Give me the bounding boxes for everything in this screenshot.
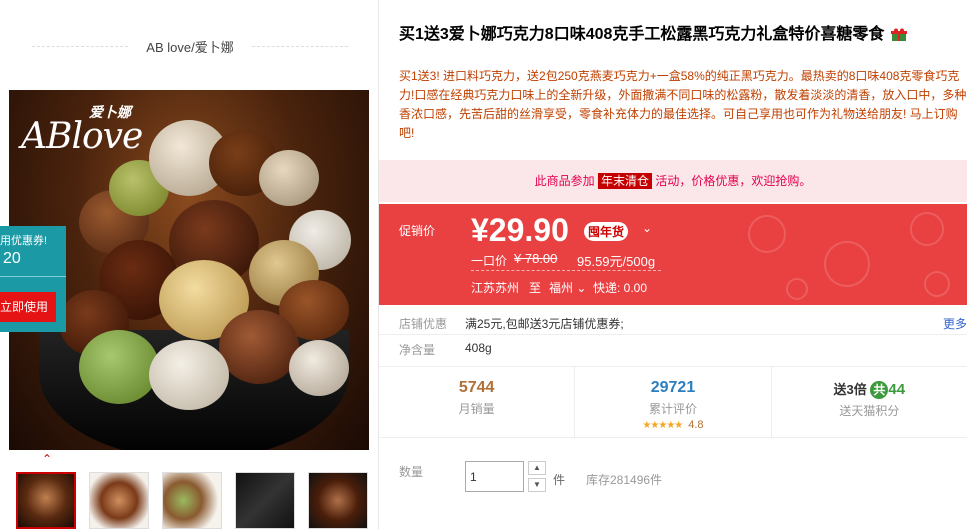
truffle: [149, 340, 229, 410]
unit-price: 95.59元/500g: [577, 254, 656, 269]
divider-line: [251, 45, 349, 47]
points-bonus: 送3倍 共 44: [772, 379, 967, 399]
thumbnail[interactable]: [16, 472, 76, 529]
promo-price-label: 促销价: [399, 224, 436, 238]
price-panel: 促销价 ¥29.90 囤年货 ⌄ 一口价 ¥ 78.00 95.59元/500g…: [379, 204, 967, 305]
quantity-increase-button[interactable]: ▲: [528, 461, 546, 475]
product-subtitle: 买1送3! 进口料巧克力，送2包250克燕麦巧克力+一盒58%的纯正黑巧克力。最…: [399, 69, 967, 140]
rating: ★★★★★ 4.8: [575, 417, 770, 431]
coupon-widget: 用优惠券! 20 立即使用: [0, 226, 66, 332]
shop-title-row: AB love/爱卜娜: [32, 36, 349, 56]
ship-from: 江苏苏州: [471, 281, 520, 295]
review-label: 累计评价: [648, 402, 697, 416]
brand-logo: 爱卜娜 ABlove: [19, 100, 143, 160]
review-count[interactable]: 29721: [575, 379, 770, 397]
ship-to-label: 至: [529, 281, 542, 295]
quantity-label: 数量: [399, 465, 424, 479]
ship-city-value: 福州: [549, 281, 574, 295]
thumbnail[interactable]: [308, 472, 368, 529]
points-label: 送天猫积分: [839, 404, 900, 418]
price-badge: 囤年货: [584, 222, 629, 241]
product-title-text: 买1送3爱卜娜巧克力8口味408克手工松露黑巧克力礼盒特价喜糖零食: [399, 26, 885, 43]
truffle: [289, 340, 349, 396]
promo-banner: 此商品参加 年末清仓 活动，价格优惠，欢迎抢购。: [379, 160, 967, 202]
coupon-amount: 20: [3, 250, 21, 267]
rating-score: 4.8: [688, 419, 704, 431]
original-price: ¥ 78.00: [514, 251, 558, 266]
truffle: [79, 330, 159, 404]
more-link[interactable]: 更多: [943, 315, 967, 332]
promo-tag[interactable]: 年末清仓: [597, 173, 652, 189]
use-coupon-button[interactable]: 立即使用: [0, 292, 56, 322]
thumbnail[interactable]: [235, 472, 295, 529]
star-icon: ★★★★★: [642, 420, 683, 431]
promo-suffix: 活动，价格优惠，欢迎抢购。: [655, 174, 812, 188]
brand-name-en: ABlove: [21, 116, 143, 157]
truffle: [259, 150, 319, 206]
reviews-stat[interactable]: 29721 累计评价 ★★★★★ 4.8: [574, 367, 770, 437]
thumb-prev-arrow-icon[interactable]: ⌃: [42, 453, 54, 465]
monthly-sales-label: 月销量: [458, 402, 495, 416]
gift-icon: [890, 28, 908, 42]
monthly-sales-stat: 5744 月销量: [379, 367, 574, 437]
points-value: 44: [888, 381, 906, 398]
thumbnail[interactable]: [162, 472, 222, 529]
points-circle-badge: 共: [870, 381, 889, 399]
shop-name[interactable]: AB love/爱卜娜: [128, 37, 251, 56]
decorative-pattern: [748, 212, 950, 300]
quantity-decrease-button[interactable]: ▼: [528, 478, 546, 492]
divider-line: [32, 45, 129, 47]
points-prefix: 送3倍: [833, 382, 867, 397]
chevron-down-icon[interactable]: ⌄: [642, 221, 652, 235]
points-stat: 送3倍 共 44 送天猫积分: [770, 367, 967, 437]
quantity-input[interactable]: [465, 461, 524, 492]
shop-promo-text: 满25元,包邮送3元店铺优惠券;: [465, 317, 624, 331]
net-weight-label: 净含量: [399, 343, 436, 357]
thumbnail-strip: [16, 472, 368, 529]
stock-count: 库存281496件: [586, 473, 663, 487]
shipping-fee: 快递: 0.00: [593, 281, 648, 295]
promo-price-value: ¥29.90: [471, 212, 569, 248]
dashed-divider: [471, 270, 661, 271]
monthly-sales-count: 5744: [458, 379, 495, 396]
ship-city-select[interactable]: 福州 ⌄: [549, 279, 586, 296]
shop-promotion-row: 店铺优惠 满25元,包邮送3元店铺优惠券; 更多: [379, 309, 967, 335]
shop-promo-label: 店铺优惠: [399, 317, 448, 331]
original-price-label: 一口价: [471, 254, 508, 268]
stats-bar: 5744 月销量 29721 累计评价 ★★★★★ 4.8 送3倍 共 44 送天猫…: [379, 366, 967, 438]
net-weight-value: 408g: [465, 341, 492, 355]
chevron-down-icon: ⌄: [576, 281, 587, 295]
coupon-text: 用优惠券!: [0, 235, 48, 247]
quantity-unit: 件: [553, 473, 566, 487]
coupon-separator: [0, 276, 66, 277]
promo-prefix: 此商品参加: [534, 174, 595, 188]
product-title: 买1送3爱卜娜巧克力8口味408克手工松露黑巧克力礼盒特价喜糖零食: [399, 25, 964, 45]
truffle: [219, 310, 299, 384]
thumbnail[interactable]: [89, 472, 149, 529]
